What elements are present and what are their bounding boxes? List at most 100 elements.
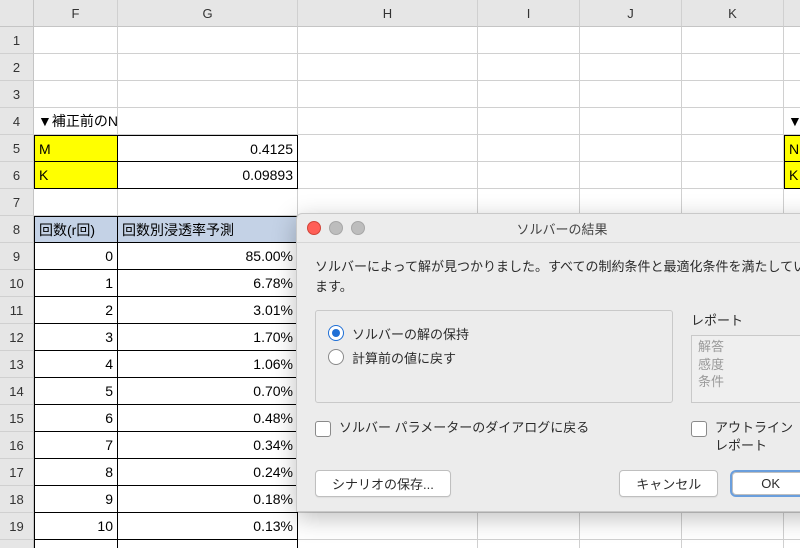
right-peek-row5[interactable]: N [784, 135, 800, 162]
row-header[interactable]: 14 [0, 378, 34, 405]
close-icon[interactable] [307, 221, 321, 235]
check-outline-report[interactable]: アウトライン レポート [691, 419, 800, 454]
cell[interactable] [580, 162, 682, 189]
row-header[interactable]: 5 [0, 135, 34, 162]
dialog-titlebar[interactable]: ソルバーの結果 [297, 214, 800, 243]
radio-keep-solution[interactable]: ソルバーの解の保持 [328, 321, 660, 345]
cancel-button[interactable]: キャンセル [619, 470, 718, 497]
table-cell-pen[interactable]: 1.06% [118, 351, 298, 378]
check-return-dialog[interactable]: ソルバー パラメーターのダイアログに戻る [315, 419, 673, 437]
col-header-J[interactable]: J [580, 0, 682, 27]
row-header[interactable]: 1 [0, 27, 34, 54]
report-item[interactable]: 条件 [698, 373, 800, 391]
cell[interactable] [784, 27, 800, 54]
row-header[interactable]: 9 [0, 243, 34, 270]
cell[interactable] [34, 54, 118, 81]
cell[interactable] [478, 27, 580, 54]
row-header[interactable]: 15 [0, 405, 34, 432]
table-header-r[interactable]: 回数(r回) [34, 216, 118, 243]
table-cell-pen[interactable]: 0.13% [118, 513, 298, 540]
table-cell-pen[interactable]: 0.18% [118, 486, 298, 513]
save-scenario-button[interactable]: シナリオの保存... [315, 470, 451, 497]
table-cell-r[interactable]: 3 [34, 324, 118, 351]
col-header-I[interactable]: I [478, 0, 580, 27]
cell[interactable] [580, 513, 682, 540]
param-K-label[interactable]: K [34, 162, 118, 189]
param-M-label[interactable]: M [34, 135, 118, 162]
cell[interactable] [478, 108, 580, 135]
col-header-K[interactable]: K [682, 0, 784, 27]
cell[interactable] [580, 81, 682, 108]
table-cell-r[interactable]: 11 [34, 540, 118, 548]
table-cell-r[interactable]: 5 [34, 378, 118, 405]
param-K-value[interactable]: 0.09893 [118, 162, 298, 189]
col-header-F[interactable]: F [34, 0, 118, 27]
cell[interactable] [682, 513, 784, 540]
cell[interactable] [118, 54, 298, 81]
radio-revert-values[interactable]: 計算前の値に戻す [328, 345, 660, 369]
cell[interactable] [682, 189, 784, 216]
cell[interactable] [784, 81, 800, 108]
cell[interactable] [580, 108, 682, 135]
table-cell-r[interactable]: 1 [34, 270, 118, 297]
cell[interactable] [34, 189, 118, 216]
cell[interactable] [682, 27, 784, 54]
cell[interactable] [580, 27, 682, 54]
cell[interactable] [682, 54, 784, 81]
table-cell-r[interactable]: 9 [34, 486, 118, 513]
col-header-next[interactable] [784, 0, 800, 27]
row-header[interactable]: 6 [0, 162, 34, 189]
row-header[interactable]: 11 [0, 297, 34, 324]
cell[interactable] [580, 540, 682, 548]
table-cell-r[interactable]: 8 [34, 459, 118, 486]
table-cell-pen[interactable]: 0.48% [118, 405, 298, 432]
cell[interactable] [298, 81, 478, 108]
cell[interactable] [118, 108, 298, 135]
cell[interactable] [682, 162, 784, 189]
cell[interactable] [784, 189, 800, 216]
report-item[interactable]: 感度 [698, 356, 800, 374]
ok-button[interactable]: OK [732, 472, 800, 495]
row-header[interactable]: 13 [0, 351, 34, 378]
param-M-value[interactable]: 0.4125 [118, 135, 298, 162]
table-cell-pen[interactable]: 0.34% [118, 432, 298, 459]
table-cell-pen[interactable]: 85.00% [118, 243, 298, 270]
table-cell-pen[interactable]: 1.70% [118, 324, 298, 351]
row-header[interactable]: 20 [0, 540, 34, 548]
cell[interactable] [34, 81, 118, 108]
cell[interactable] [682, 540, 784, 548]
table-cell-r[interactable]: 4 [34, 351, 118, 378]
cell[interactable] [478, 162, 580, 189]
cell[interactable] [580, 135, 682, 162]
cell[interactable] [298, 108, 478, 135]
cell[interactable] [478, 513, 580, 540]
cell[interactable] [34, 27, 118, 54]
cell[interactable] [298, 513, 478, 540]
corner-cell[interactable] [0, 0, 34, 27]
cell[interactable] [298, 54, 478, 81]
cell[interactable] [298, 540, 478, 548]
table-cell-pen[interactable]: 0.39% [118, 540, 298, 548]
cell[interactable] [298, 189, 478, 216]
table-cell-pen[interactable]: 0.24% [118, 459, 298, 486]
cell[interactable] [478, 135, 580, 162]
cell[interactable] [784, 54, 800, 81]
row-header[interactable]: 16 [0, 432, 34, 459]
row-header[interactable]: 12 [0, 324, 34, 351]
col-header-H[interactable]: H [298, 0, 478, 27]
cell[interactable] [784, 513, 800, 540]
table-cell-r[interactable]: 7 [34, 432, 118, 459]
right-peek-row6[interactable]: K [784, 162, 800, 189]
cell[interactable] [478, 189, 580, 216]
table-cell-r[interactable]: 2 [34, 297, 118, 324]
report-item[interactable]: 解答 [698, 338, 800, 356]
cell[interactable] [682, 81, 784, 108]
cell[interactable] [580, 189, 682, 216]
cell[interactable] [682, 135, 784, 162]
cell[interactable] [118, 189, 298, 216]
table-cell-r[interactable]: 0 [34, 243, 118, 270]
cell[interactable] [298, 27, 478, 54]
row-header[interactable]: 4 [0, 108, 34, 135]
report-list[interactable]: 解答 感度 条件 [691, 335, 800, 403]
cell[interactable] [298, 135, 478, 162]
